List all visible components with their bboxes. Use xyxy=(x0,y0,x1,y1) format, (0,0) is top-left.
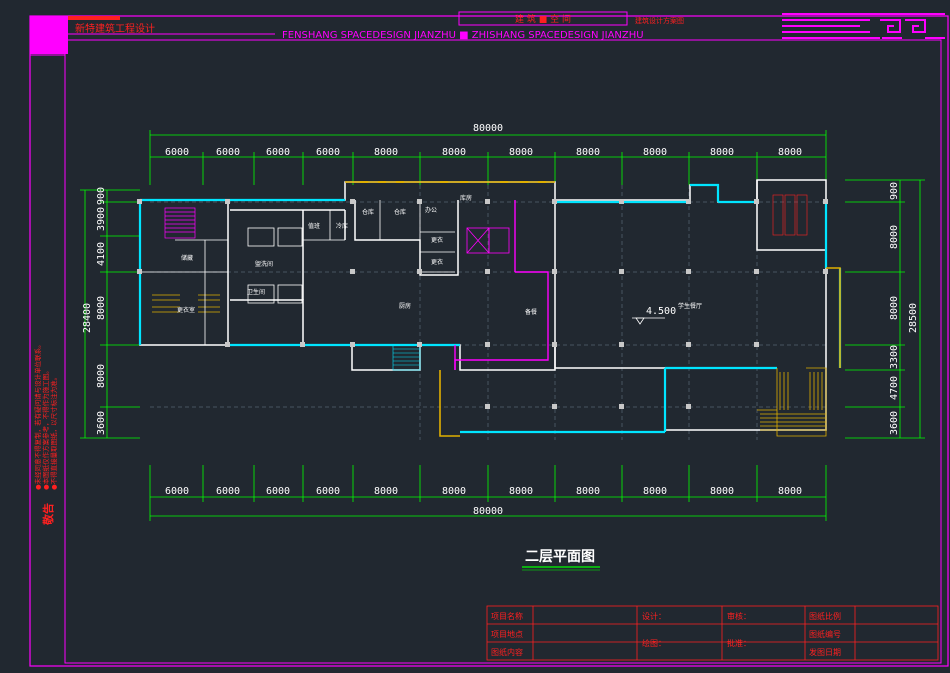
bottom-dim-6: 8000 xyxy=(442,486,466,497)
right-dim-2: 8000 xyxy=(889,225,900,249)
left-dim-labels: 900 3900 4100 8000 8000 3600 28400 xyxy=(82,187,107,435)
level-marker: 4.500 xyxy=(632,306,676,325)
room-washroom: 盥洗间 xyxy=(255,260,273,268)
columns xyxy=(137,199,828,409)
side-notes: 敬告 ●未经同意不得复制，若有疑问请与设计单位联系。 ●本图纸仅作方案参考，不得… xyxy=(33,341,58,526)
title-block xyxy=(486,605,939,661)
west-stair xyxy=(392,344,421,371)
top-dim-labels: 6000 6000 6000 6000 8000 8000 8000 8000 … xyxy=(165,147,802,158)
right-dim-labels: 900 8000 8000 3300 4700 3600 28500 xyxy=(889,182,919,435)
top-dim-9: 8000 xyxy=(643,147,667,158)
tb-review: 审核： xyxy=(727,611,751,621)
decorative-pattern xyxy=(782,13,945,39)
room-change1: 更衣 xyxy=(431,236,443,244)
notice-line-3: ●不得直接量取图纸，以尺寸标注为准。 xyxy=(49,374,58,490)
bottom-dim-1: 6000 xyxy=(165,486,189,497)
title-block-labels: 项目名称 项目地点 图纸内容 设计： 绘图： 审核： 批准： 图纸比例 图纸编号… xyxy=(491,611,841,657)
room-duty: 值班 xyxy=(308,222,320,230)
bottom-dim-9: 8000 xyxy=(643,486,667,497)
room-toilet: 卫生间 xyxy=(247,288,265,296)
room-locker: 更衣室 xyxy=(177,306,195,314)
axis-grid xyxy=(150,185,826,440)
tb-scale: 图纸比例 xyxy=(809,611,841,621)
room-b: 库房 xyxy=(460,194,472,202)
tb-project-name: 项目名称 xyxy=(491,611,523,621)
room-kitchen: 厨房 xyxy=(399,302,411,310)
bottom-dim-8: 8000 xyxy=(576,486,600,497)
tb-approve: 批准： xyxy=(727,638,751,648)
top-dim-4: 6000 xyxy=(316,147,340,158)
left-total-dim: 28400 xyxy=(82,303,93,333)
top-dim-6: 8000 xyxy=(442,147,466,158)
top-dim-1: 6000 xyxy=(165,147,189,158)
center-title: 建 筑 ■ 空 间 xyxy=(515,13,571,25)
bottom-dim-10: 8000 xyxy=(710,486,734,497)
right-dim-4: 3300 xyxy=(889,345,900,369)
right-dim-5: 4700 xyxy=(889,376,900,400)
top-dim-10: 8000 xyxy=(710,147,734,158)
east-stair xyxy=(757,367,827,437)
left-dim-4: 8000 xyxy=(96,296,107,320)
outer-frame xyxy=(29,15,949,667)
notice-line-1: ●未经同意不得复制，若有疑问请与设计单位联系。 xyxy=(33,341,42,490)
tb-drawing: 绘图： xyxy=(642,638,666,648)
english-banner: FENSHANG SPACEDESIGN JIANZHU ■ ZHISHANG … xyxy=(282,30,644,41)
top-dim-8: 8000 xyxy=(576,147,600,158)
cad-drawing-canvas: 新特建筑工程设计 建 筑 ■ 空 间 建筑设计方案图 FENSHANG SPAC… xyxy=(29,11,949,667)
bottom-dim-4: 6000 xyxy=(316,486,340,497)
room-dining: 学生餐厅 xyxy=(678,302,702,310)
left-dim-2: 3900 xyxy=(96,207,107,231)
room-office: 办公 xyxy=(425,206,437,214)
tb-number: 图纸编号 xyxy=(809,629,841,639)
top-dim-7: 8000 xyxy=(509,147,533,158)
room-labels: 厨房 学生餐厅 备餐 办公 更衣室 盥洗间 卫生间 仓库 仓库 值班 更衣 更衣… xyxy=(177,194,702,316)
floor-plan xyxy=(137,179,842,437)
left-dim-1: 900 xyxy=(96,187,107,205)
right-dim-1: 900 xyxy=(889,182,900,200)
right-total-dim: 28500 xyxy=(908,303,919,333)
level-value: 4.500 xyxy=(646,306,676,317)
bottom-total-dim: 80000 xyxy=(473,506,503,517)
left-dim-3: 4100 xyxy=(96,242,107,266)
toilet-fixtures xyxy=(772,194,808,236)
room-a: 冷库 xyxy=(336,222,348,230)
logo-bar xyxy=(68,16,120,20)
room-change2: 更衣 xyxy=(431,258,443,266)
top-total-dim: 80000 xyxy=(473,123,503,134)
tb-date: 发图日期 xyxy=(809,647,841,657)
logo-square xyxy=(30,16,68,54)
subtitle: 建筑设计方案图 xyxy=(635,16,684,25)
bottom-dim-labels: 6000 6000 6000 6000 8000 8000 8000 8000 … xyxy=(165,486,802,497)
tb-drawing-content: 图纸内容 xyxy=(491,647,523,657)
room-storage: 备餐 xyxy=(525,308,537,316)
company-name: 新特建筑工程设计 xyxy=(75,22,155,35)
room-store1: 仓库 xyxy=(362,208,374,216)
tb-project-address: 项目地点 xyxy=(491,629,523,639)
left-dim-5: 8000 xyxy=(96,364,107,388)
tb-design: 设计： xyxy=(642,611,666,621)
room-c: 储藏 xyxy=(181,254,193,262)
drawing-title: 二层平面图 xyxy=(525,549,595,565)
notice-line-2: ●本图纸仅作方案参考，不得作为施工图。 xyxy=(41,367,50,490)
left-dim-6: 3600 xyxy=(96,411,107,435)
top-dim-2: 6000 xyxy=(216,147,240,158)
bottom-dim-7: 8000 xyxy=(509,486,533,497)
north-stair xyxy=(164,207,196,239)
bottom-dim-3: 6000 xyxy=(266,486,290,497)
bottom-dim-11: 8000 xyxy=(778,486,802,497)
top-dim-5: 8000 xyxy=(374,147,398,158)
room-store2: 仓库 xyxy=(394,208,406,216)
right-dim-3: 8000 xyxy=(889,296,900,320)
top-dim-3: 6000 xyxy=(266,147,290,158)
notice-label: 敬告 xyxy=(41,503,55,526)
bottom-dim-2: 6000 xyxy=(216,486,240,497)
top-dim-11: 8000 xyxy=(778,147,802,158)
bottom-dim-5: 8000 xyxy=(374,486,398,497)
right-dim-6: 3600 xyxy=(889,411,900,435)
